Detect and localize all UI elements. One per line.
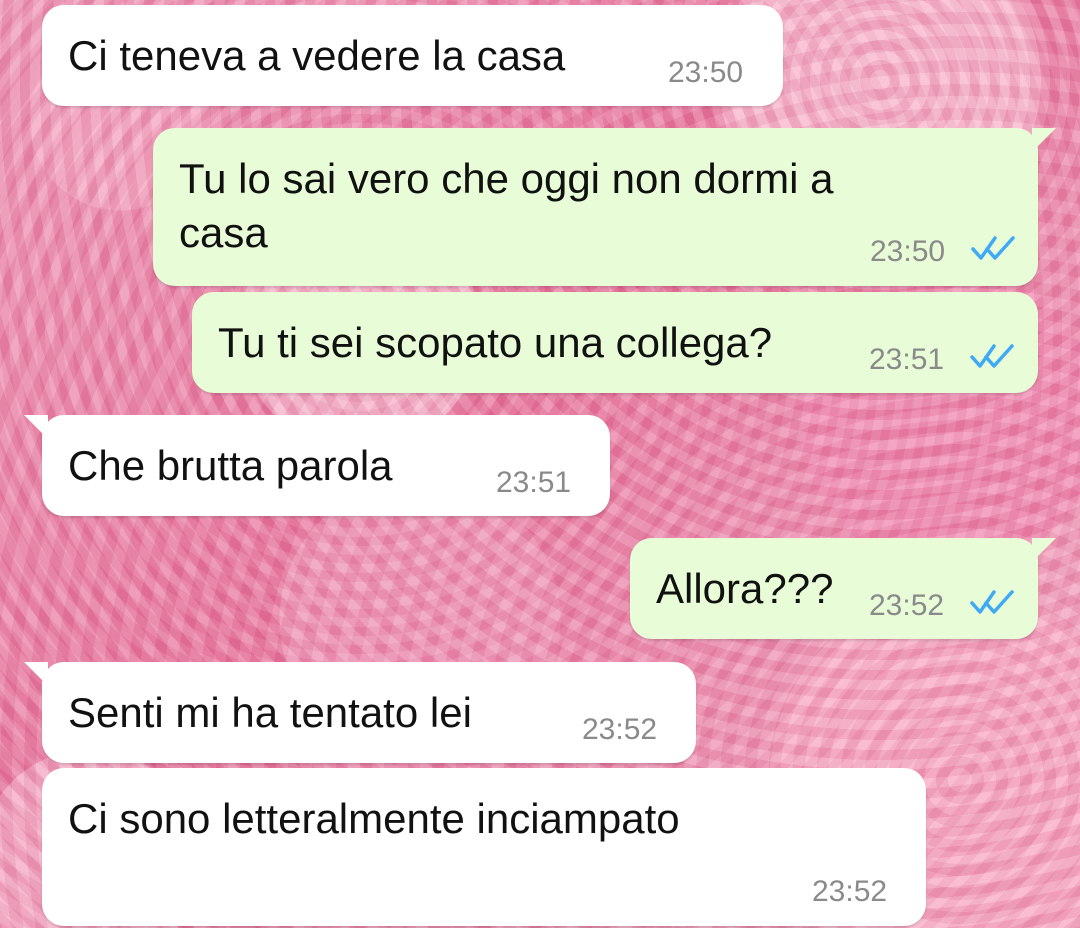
message-time: 23:50 (870, 235, 946, 268)
incoming-message-bubble[interactable]: Che brutta parola 23:51 (24, 415, 610, 516)
message-text: Tu lo sai vero che oggi non dormi a casa (179, 155, 834, 256)
double-check-icon (970, 344, 1014, 368)
message-time: 23:52 (869, 589, 945, 622)
message-text: Ci teneva a vedere la casa (68, 32, 566, 79)
outgoing-message-bubble[interactable]: Tu ti sei scopato una collega? 23:51 (192, 292, 1038, 393)
outgoing-message-bubble[interactable]: Allora??? 23:52 (630, 538, 1056, 639)
incoming-message-bubble[interactable]: Ci sono letteralmente inciampato 23:52 (42, 768, 926, 926)
incoming-message-bubble[interactable]: Ci teneva a vedere la casa 23:50 (42, 5, 783, 106)
incoming-message-bubble[interactable]: Senti mi ha tentato lei 23:52 (24, 662, 696, 763)
message-time: 23:51 (869, 343, 945, 376)
message-text: Senti mi ha tentato lei (68, 689, 472, 736)
message-text: Ci sono letteralmente inciampato (68, 795, 680, 842)
message-text: Allora??? (656, 565, 834, 612)
outgoing-message-bubble[interactable]: Tu lo sai vero che oggi non dormi a casa… (153, 128, 1056, 286)
message-time: 23:50 (668, 56, 744, 89)
double-check-icon (970, 590, 1014, 614)
double-check-icon (971, 236, 1015, 260)
message-time: 23:51 (496, 466, 572, 499)
message-time: 23:52 (582, 713, 658, 746)
message-text: Tu ti sei scopato una collega? (218, 319, 773, 366)
message-text: Che brutta parola (68, 442, 393, 489)
message-time: 23:52 (812, 875, 888, 908)
